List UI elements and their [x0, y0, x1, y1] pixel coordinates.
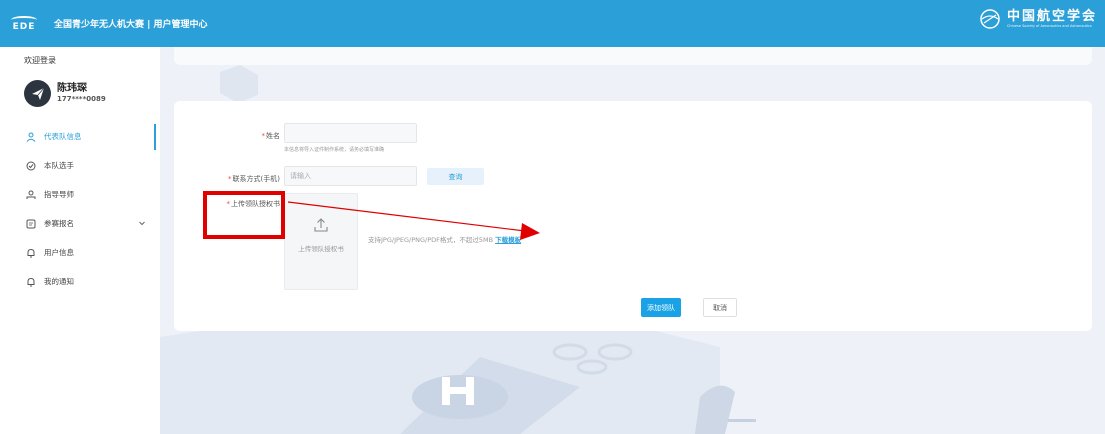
sidebar-item-label: 参赛报名 [44, 219, 74, 228]
annotation-highlight-box [203, 191, 285, 239]
sidebar-item-team-info[interactable]: 代表队信息 [0, 122, 160, 151]
brand-english-name: Chinese Society of Aeronautics and Astro… [1006, 23, 1092, 28]
download-template-link[interactable]: 下载模板 [495, 236, 521, 244]
team-icon [26, 190, 36, 199]
sidebar-item-registration[interactable]: 参赛报名 [0, 209, 160, 238]
sidebar-item-label: 我的通知 [44, 277, 74, 286]
cancel-button[interactable]: 取消 [703, 298, 737, 317]
ede-logo[interactable]: EDE [0, 0, 48, 47]
user-outline-icon [26, 132, 36, 142]
check-circle-icon [26, 161, 36, 170]
globe-emblem-icon [980, 9, 1000, 29]
top-header: EDE 全国青少年无人机大赛 | 用户管理中心 中国航空学会 Chinese S… [0, 0, 1105, 47]
main-content: *姓名 本信息将导入证件制作系统，请务必填写准确 *联系方式(手机) 请输入 查… [160, 47, 1105, 434]
sidebar: 欢迎登录 陈玮琛 177****0089 代表队信息 本队选手 指导导师 参赛报… [0, 47, 160, 434]
paper-plane-icon [31, 87, 44, 100]
name-hint: 本信息将导入证件制作系统，请务必填写准确 [284, 147, 385, 153]
logo-text: EDE [12, 21, 36, 32]
phone-label: *联系方式(手机) [228, 175, 280, 183]
leader-form-card: *姓名 本信息将导入证件制作系统，请务必填写准确 *联系方式(手机) 请输入 查… [174, 101, 1092, 331]
sidebar-item-mentors[interactable]: 指导导师 [0, 180, 160, 209]
sidebar-item-label: 指导导师 [44, 190, 74, 199]
required-asterisk: * [228, 175, 232, 183]
sidebar-item-notifications[interactable]: 我的通知 [0, 267, 160, 296]
brand-name: 中国航空学会 [1006, 8, 1097, 24]
upload-support-text: 支持JPG/JPEG/PNG/PDF格式，不超过5MB 下载模板 [368, 236, 522, 244]
bell-icon [27, 248, 35, 257]
upload-box-text: 上传领队授权书 [298, 245, 344, 253]
upload-icon [314, 218, 328, 232]
phone-input[interactable]: 请输入 [284, 166, 417, 186]
sidebar-item-user-info[interactable]: 用户信息 [0, 238, 160, 267]
sidebar-item-label: 本队选手 [44, 161, 74, 170]
sidebar-menu: 代表队信息 本队选手 指导导师 参赛报名 用户信息 我的通知 [0, 122, 160, 296]
add-leader-button[interactable]: 添加领队 [641, 298, 681, 317]
sidebar-item-label: 代表队信息 [44, 132, 82, 141]
name-input[interactable] [284, 123, 417, 143]
upload-area[interactable]: 上传领队授权书 [284, 193, 358, 290]
bell-icon [27, 277, 35, 286]
brand-logo: 中国航空学会 Chinese Society of Aeronautics an… [979, 8, 1097, 30]
user-phone: 177****0089 [57, 95, 106, 103]
chevron-down-icon[interactable] [138, 219, 146, 227]
sidebar-item-team-players[interactable]: 本队选手 [0, 151, 160, 180]
required-asterisk: * [261, 132, 266, 140]
user-card: 陈玮琛 177****0089 [24, 80, 106, 107]
user-name: 陈玮琛 [57, 83, 87, 94]
phone-placeholder: 请输入 [290, 172, 311, 180]
document-icon [26, 219, 36, 228]
header-title: 全国青少年无人机大赛 | 用户管理中心 [54, 20, 208, 30]
welcome-text: 欢迎登录 [24, 56, 56, 65]
sidebar-item-label: 用户信息 [44, 248, 74, 257]
query-button[interactable]: 查询 [427, 168, 484, 185]
avatar [24, 80, 51, 107]
name-label: *姓名 [261, 132, 281, 140]
